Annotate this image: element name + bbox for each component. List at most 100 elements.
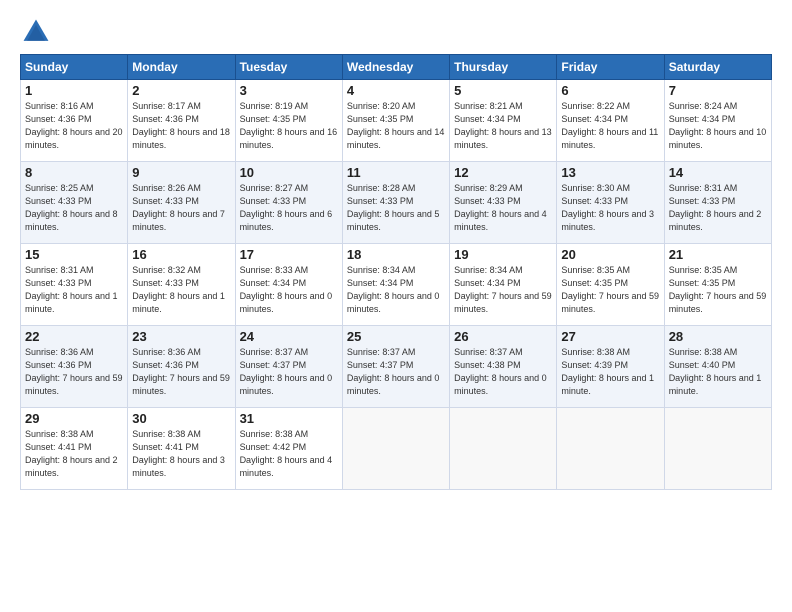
calendar-cell: 20 Sunrise: 8:35 AMSunset: 4:35 PMDaylig… <box>557 244 664 326</box>
day-number: 16 <box>132 247 230 262</box>
calendar-cell: 21 Sunrise: 8:35 AMSunset: 4:35 PMDaylig… <box>664 244 771 326</box>
day-info: Sunrise: 8:29 AMSunset: 4:33 PMDaylight:… <box>454 183 547 232</box>
calendar-cell: 17 Sunrise: 8:33 AMSunset: 4:34 PMDaylig… <box>235 244 342 326</box>
day-number: 4 <box>347 83 445 98</box>
day-info: Sunrise: 8:24 AMSunset: 4:34 PMDaylight:… <box>669 101 767 150</box>
calendar-week-2: 8 Sunrise: 8:25 AMSunset: 4:33 PMDayligh… <box>21 162 772 244</box>
calendar-week-4: 22 Sunrise: 8:36 AMSunset: 4:36 PMDaylig… <box>21 326 772 408</box>
day-info: Sunrise: 8:38 AMSunset: 4:40 PMDaylight:… <box>669 347 762 396</box>
calendar-cell: 18 Sunrise: 8:34 AMSunset: 4:34 PMDaylig… <box>342 244 449 326</box>
calendar-cell: 22 Sunrise: 8:36 AMSunset: 4:36 PMDaylig… <box>21 326 128 408</box>
day-info: Sunrise: 8:21 AMSunset: 4:34 PMDaylight:… <box>454 101 552 150</box>
day-number: 5 <box>454 83 552 98</box>
day-info: Sunrise: 8:31 AMSunset: 4:33 PMDaylight:… <box>25 265 118 314</box>
calendar-cell: 2 Sunrise: 8:17 AMSunset: 4:36 PMDayligh… <box>128 80 235 162</box>
day-info: Sunrise: 8:22 AMSunset: 4:34 PMDaylight:… <box>561 101 658 150</box>
day-info: Sunrise: 8:20 AMSunset: 4:35 PMDaylight:… <box>347 101 445 150</box>
day-number: 25 <box>347 329 445 344</box>
day-number: 8 <box>25 165 123 180</box>
day-info: Sunrise: 8:37 AMSunset: 4:38 PMDaylight:… <box>454 347 547 396</box>
calendar-table: SundayMondayTuesdayWednesdayThursdayFrid… <box>20 54 772 490</box>
calendar-header-saturday: Saturday <box>664 55 771 80</box>
day-info: Sunrise: 8:16 AMSunset: 4:36 PMDaylight:… <box>25 101 123 150</box>
day-info: Sunrise: 8:38 AMSunset: 4:42 PMDaylight:… <box>240 429 333 478</box>
day-info: Sunrise: 8:32 AMSunset: 4:33 PMDaylight:… <box>132 265 225 314</box>
calendar-cell <box>450 408 557 490</box>
calendar-header-monday: Monday <box>128 55 235 80</box>
day-info: Sunrise: 8:37 AMSunset: 4:37 PMDaylight:… <box>347 347 440 396</box>
day-info: Sunrise: 8:19 AMSunset: 4:35 PMDaylight:… <box>240 101 338 150</box>
calendar-header-tuesday: Tuesday <box>235 55 342 80</box>
day-info: Sunrise: 8:33 AMSunset: 4:34 PMDaylight:… <box>240 265 333 314</box>
calendar-cell: 6 Sunrise: 8:22 AMSunset: 4:34 PMDayligh… <box>557 80 664 162</box>
calendar-week-3: 15 Sunrise: 8:31 AMSunset: 4:33 PMDaylig… <box>21 244 772 326</box>
day-info: Sunrise: 8:38 AMSunset: 4:41 PMDaylight:… <box>25 429 118 478</box>
day-info: Sunrise: 8:36 AMSunset: 4:36 PMDaylight:… <box>25 347 123 396</box>
calendar-cell: 11 Sunrise: 8:28 AMSunset: 4:33 PMDaylig… <box>342 162 449 244</box>
calendar-cell: 10 Sunrise: 8:27 AMSunset: 4:33 PMDaylig… <box>235 162 342 244</box>
calendar-cell: 5 Sunrise: 8:21 AMSunset: 4:34 PMDayligh… <box>450 80 557 162</box>
calendar-cell: 9 Sunrise: 8:26 AMSunset: 4:33 PMDayligh… <box>128 162 235 244</box>
day-number: 3 <box>240 83 338 98</box>
calendar-cell: 24 Sunrise: 8:37 AMSunset: 4:37 PMDaylig… <box>235 326 342 408</box>
day-number: 12 <box>454 165 552 180</box>
day-number: 14 <box>669 165 767 180</box>
day-number: 20 <box>561 247 659 262</box>
calendar-cell: 8 Sunrise: 8:25 AMSunset: 4:33 PMDayligh… <box>21 162 128 244</box>
day-number: 17 <box>240 247 338 262</box>
calendar-cell: 7 Sunrise: 8:24 AMSunset: 4:34 PMDayligh… <box>664 80 771 162</box>
day-number: 31 <box>240 411 338 426</box>
calendar-header-sunday: Sunday <box>21 55 128 80</box>
day-number: 7 <box>669 83 767 98</box>
calendar-cell: 15 Sunrise: 8:31 AMSunset: 4:33 PMDaylig… <box>21 244 128 326</box>
calendar-cell: 31 Sunrise: 8:38 AMSunset: 4:42 PMDaylig… <box>235 408 342 490</box>
calendar-cell: 29 Sunrise: 8:38 AMSunset: 4:41 PMDaylig… <box>21 408 128 490</box>
day-number: 13 <box>561 165 659 180</box>
calendar-cell: 28 Sunrise: 8:38 AMSunset: 4:40 PMDaylig… <box>664 326 771 408</box>
calendar-week-5: 29 Sunrise: 8:38 AMSunset: 4:41 PMDaylig… <box>21 408 772 490</box>
calendar-header-friday: Friday <box>557 55 664 80</box>
day-number: 24 <box>240 329 338 344</box>
calendar-cell: 13 Sunrise: 8:30 AMSunset: 4:33 PMDaylig… <box>557 162 664 244</box>
calendar-cell <box>342 408 449 490</box>
day-info: Sunrise: 8:36 AMSunset: 4:36 PMDaylight:… <box>132 347 230 396</box>
day-info: Sunrise: 8:38 AMSunset: 4:41 PMDaylight:… <box>132 429 225 478</box>
day-info: Sunrise: 8:34 AMSunset: 4:34 PMDaylight:… <box>454 265 552 314</box>
day-number: 18 <box>347 247 445 262</box>
calendar-cell: 12 Sunrise: 8:29 AMSunset: 4:33 PMDaylig… <box>450 162 557 244</box>
page: SundayMondayTuesdayWednesdayThursdayFrid… <box>0 0 792 612</box>
calendar-cell: 25 Sunrise: 8:37 AMSunset: 4:37 PMDaylig… <box>342 326 449 408</box>
calendar-cell: 14 Sunrise: 8:31 AMSunset: 4:33 PMDaylig… <box>664 162 771 244</box>
day-info: Sunrise: 8:35 AMSunset: 4:35 PMDaylight:… <box>561 265 659 314</box>
day-number: 19 <box>454 247 552 262</box>
day-info: Sunrise: 8:25 AMSunset: 4:33 PMDaylight:… <box>25 183 118 232</box>
day-info: Sunrise: 8:35 AMSunset: 4:35 PMDaylight:… <box>669 265 767 314</box>
day-info: Sunrise: 8:30 AMSunset: 4:33 PMDaylight:… <box>561 183 654 232</box>
calendar-cell <box>557 408 664 490</box>
day-number: 28 <box>669 329 767 344</box>
calendar-cell: 30 Sunrise: 8:38 AMSunset: 4:41 PMDaylig… <box>128 408 235 490</box>
day-number: 29 <box>25 411 123 426</box>
day-info: Sunrise: 8:17 AMSunset: 4:36 PMDaylight:… <box>132 101 230 150</box>
calendar-cell: 16 Sunrise: 8:32 AMSunset: 4:33 PMDaylig… <box>128 244 235 326</box>
day-info: Sunrise: 8:26 AMSunset: 4:33 PMDaylight:… <box>132 183 225 232</box>
day-number: 30 <box>132 411 230 426</box>
day-number: 27 <box>561 329 659 344</box>
day-info: Sunrise: 8:34 AMSunset: 4:34 PMDaylight:… <box>347 265 440 314</box>
calendar-cell: 26 Sunrise: 8:37 AMSunset: 4:38 PMDaylig… <box>450 326 557 408</box>
calendar-cell <box>664 408 771 490</box>
day-number: 22 <box>25 329 123 344</box>
calendar-header-thursday: Thursday <box>450 55 557 80</box>
day-info: Sunrise: 8:27 AMSunset: 4:33 PMDaylight:… <box>240 183 333 232</box>
day-number: 1 <box>25 83 123 98</box>
day-number: 26 <box>454 329 552 344</box>
calendar-cell: 19 Sunrise: 8:34 AMSunset: 4:34 PMDaylig… <box>450 244 557 326</box>
calendar-cell: 1 Sunrise: 8:16 AMSunset: 4:36 PMDayligh… <box>21 80 128 162</box>
day-info: Sunrise: 8:28 AMSunset: 4:33 PMDaylight:… <box>347 183 440 232</box>
day-number: 6 <box>561 83 659 98</box>
logo-icon <box>20 16 52 48</box>
calendar-cell: 4 Sunrise: 8:20 AMSunset: 4:35 PMDayligh… <box>342 80 449 162</box>
day-number: 9 <box>132 165 230 180</box>
day-info: Sunrise: 8:37 AMSunset: 4:37 PMDaylight:… <box>240 347 333 396</box>
day-info: Sunrise: 8:31 AMSunset: 4:33 PMDaylight:… <box>669 183 762 232</box>
